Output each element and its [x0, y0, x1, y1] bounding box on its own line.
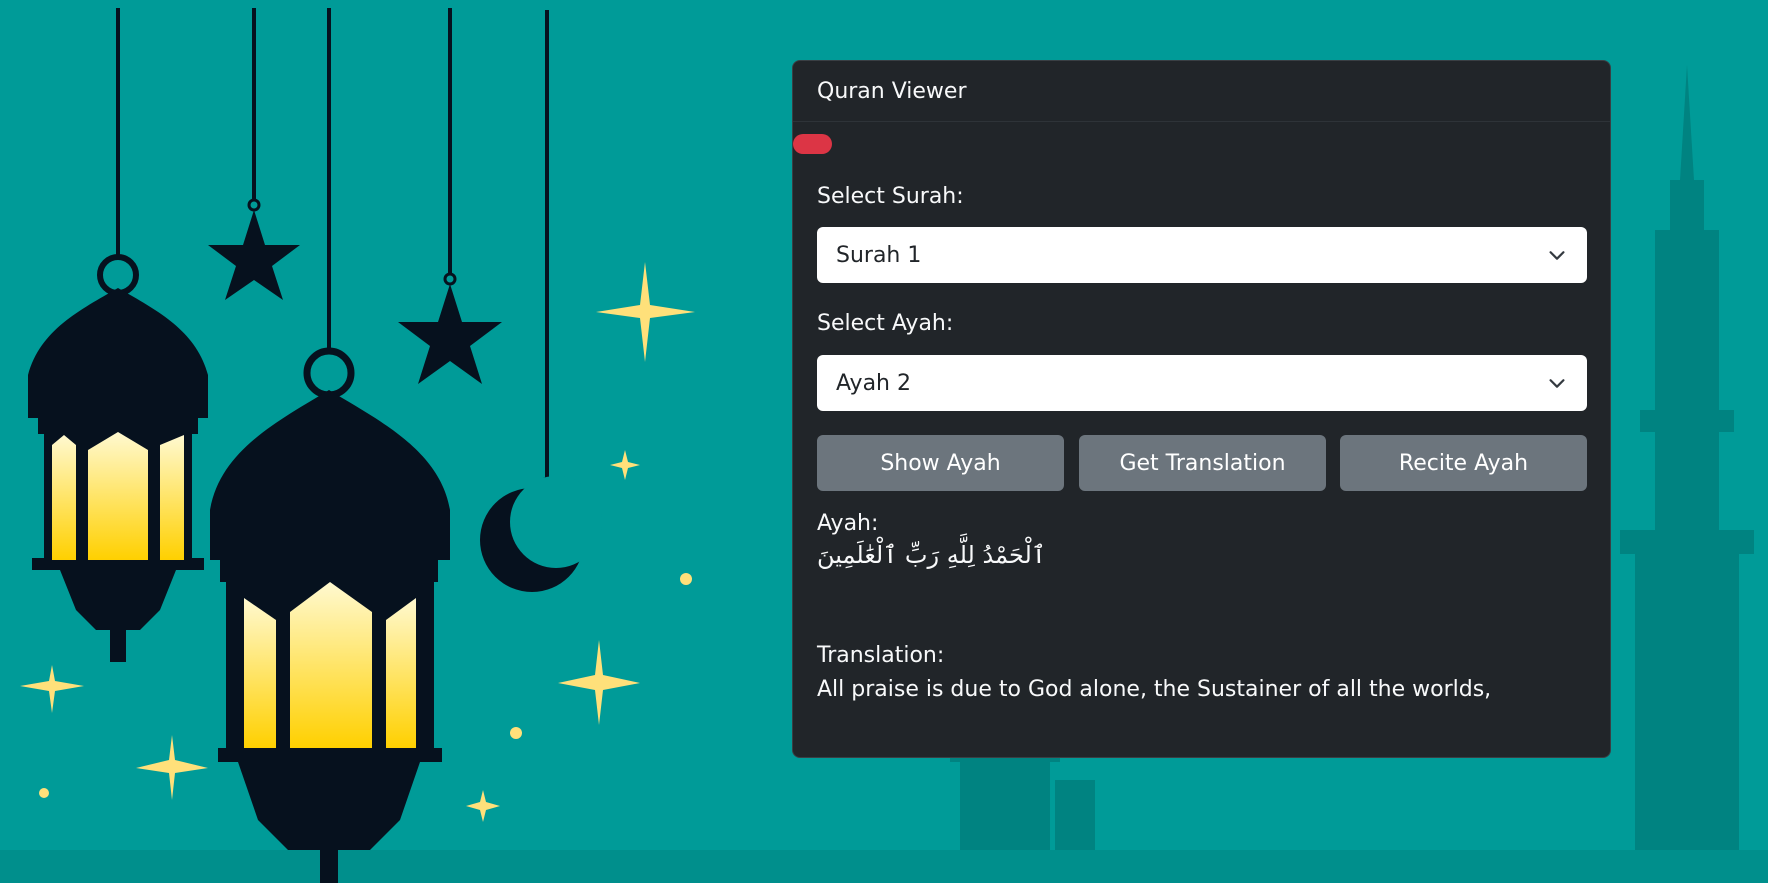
translation-heading: Translation:	[817, 643, 945, 668]
surah-label: Select Surah:	[817, 184, 964, 209]
crescent-moon	[480, 476, 602, 592]
ayah-select-value: Ayah 2	[836, 370, 911, 396]
error-alert-badge	[793, 134, 832, 154]
chevron-down-icon	[1549, 251, 1565, 260]
translation-text: All praise is due to God alone, the Sust…	[817, 677, 1492, 702]
ayah-select[interactable]: Ayah 2	[817, 355, 1587, 411]
ayah-arabic-text: ٱلْحَمْدُ لِلَّهِ رَبِّ ٱلْعَٰلَمِينَ	[817, 541, 1046, 569]
surah-select[interactable]: Surah 1	[817, 227, 1587, 283]
hanging-star-1	[208, 198, 300, 300]
ayah-select-label: Select Ayah:	[817, 311, 954, 336]
recite-ayah-button[interactable]: Recite Ayah	[1340, 435, 1587, 491]
hanging-star-2	[398, 272, 502, 384]
card-header: Quran Viewer	[793, 61, 1610, 122]
chevron-down-icon	[1549, 379, 1565, 388]
get-translation-button[interactable]: Get Translation	[1079, 435, 1326, 491]
surah-select-value: Surah 1	[836, 242, 922, 268]
show-ayah-button[interactable]: Show Ayah	[817, 435, 1064, 491]
ayah-heading: Ayah:	[817, 511, 879, 536]
card-title: Quran Viewer	[817, 78, 967, 104]
minaret-silhouette	[1620, 65, 1754, 883]
quran-viewer-card: Quran Viewer Select Surah: Surah 1 Selec…	[792, 60, 1611, 758]
